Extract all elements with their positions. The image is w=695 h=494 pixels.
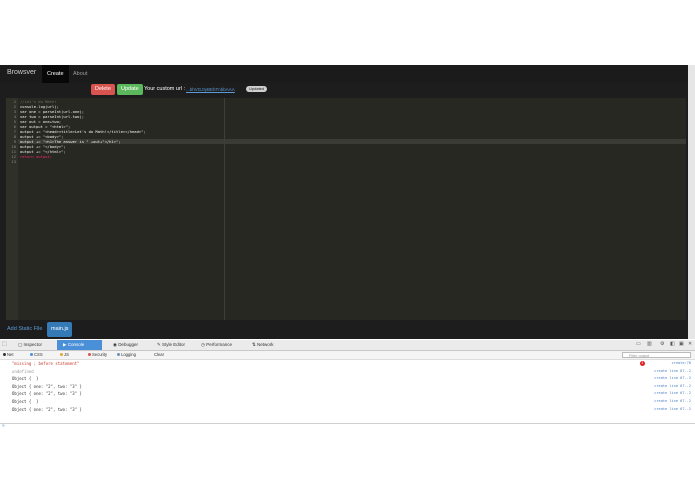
tab-debugger[interactable]: ◉ Debugger [109,340,142,350]
update-button[interactable]: Update [117,84,143,95]
code-editor[interactable]: 1 2 3 4 5 6 7 8 9 10 11 12 13 //Let's do Math! consol… [6,98,686,320]
console-source-link[interactable]: create line 67..2 [654,376,691,380]
console-error-message: "missing ; before statement" [12,361,80,366]
browsver-app: Browsver Create About Delete Update Your… [0,65,688,339]
console-output: 1 "missing ; before statement" create:78 u… [0,360,695,422]
console-source-link[interactable]: create line 67..2 [654,369,691,373]
prompt-chevron-icon: » [2,423,5,429]
console-log-message: Object { } [12,376,39,382]
net-dot-icon [3,353,6,357]
filter-css[interactable]: CSS [30,351,43,359]
file-tab-main-js[interactable]: main.js [47,322,73,337]
code-line: return output; [20,154,53,159]
console-log-message: undefined [12,368,34,374]
brand-logo[interactable]: Browsver [7,69,36,76]
console-source-link[interactable]: create line 67..2 [654,407,691,411]
custom-url-link[interactable]: ...bhVGJIyBEbTnbbAAA [186,84,235,95]
console-source-link[interactable]: create line 67..2 [654,384,691,388]
filter-logging[interactable]: Logging [117,351,136,359]
console-log-message: Object { one: "2", two: "3" } [12,391,82,397]
console-input[interactable]: » [0,423,695,431]
line-number: 13 [11,159,16,164]
undock-icon[interactable]: ▣ [679,341,684,347]
filter-net[interactable]: Net [3,351,14,359]
file-tabs: Add Static File main.js [0,321,688,339]
line-gutter: 1 2 3 4 5 6 7 8 9 10 11 12 13 [6,98,18,320]
console-source-link[interactable]: create line 67..2 [654,399,691,403]
page-scrollbar[interactable] [688,65,695,339]
console-filter-bar: Net CSS JS Security Logging Clear Filter… [0,351,695,360]
js-dot-icon [60,353,63,357]
error-count-badge: 1 [640,361,645,366]
clear-button[interactable]: Clear [154,351,164,359]
add-static-file-link[interactable]: Add Static File [3,322,46,337]
filter-js[interactable]: JS [60,351,69,359]
delete-button[interactable]: Delete [91,84,115,95]
console-log-message: Object { one: "2", two: "3" } [12,406,82,412]
nav-create[interactable]: Create [42,65,69,83]
tab-style-editor[interactable]: ✎ Style Editor [153,340,189,350]
console-log-message: Object { } [12,399,39,404]
console-source-link[interactable]: create:78 [672,361,691,365]
responsive-icon[interactable]: ▥ [647,341,652,347]
navbar: Browsver Create About [0,65,688,83]
devtools-toolbar: ⬚ ▢ Inspector ▶ Console ◉ Debugger ✎ Sty… [0,340,695,351]
tab-network[interactable]: ⇅ Network [248,340,278,350]
security-dot-icon [88,353,91,357]
filter-output-input[interactable]: Filter output [622,352,691,358]
nav-about[interactable]: About [68,65,92,83]
pick-element-icon[interactable]: ⬚ [2,341,7,347]
settings-gear-icon[interactable]: ⚙ [660,341,664,347]
toolbar: Delete Update Your custom url : ...bhVGJ… [0,83,688,97]
tab-performance[interactable]: ◷ Performance [197,340,236,350]
logging-dot-icon [117,353,120,357]
custom-url-label: Your custom url : [144,86,186,92]
console-source-link[interactable]: create line 67..2 [654,391,691,395]
close-devtools-icon[interactable]: ✕ [688,341,692,347]
filter-security[interactable]: Security [88,351,107,359]
tab-console[interactable]: ▶ Console [57,340,102,350]
dock-icon[interactable]: ◧ [670,341,675,347]
tab-inspector[interactable]: ▢ Inspector [14,340,46,350]
css-dot-icon [30,353,33,357]
split-console-icon[interactable]: ▭ [636,341,641,347]
console-log-message: Object { one: "2", two: "3" } [12,383,82,389]
status-badge: Updated [246,86,268,92]
print-margin [224,98,225,320]
